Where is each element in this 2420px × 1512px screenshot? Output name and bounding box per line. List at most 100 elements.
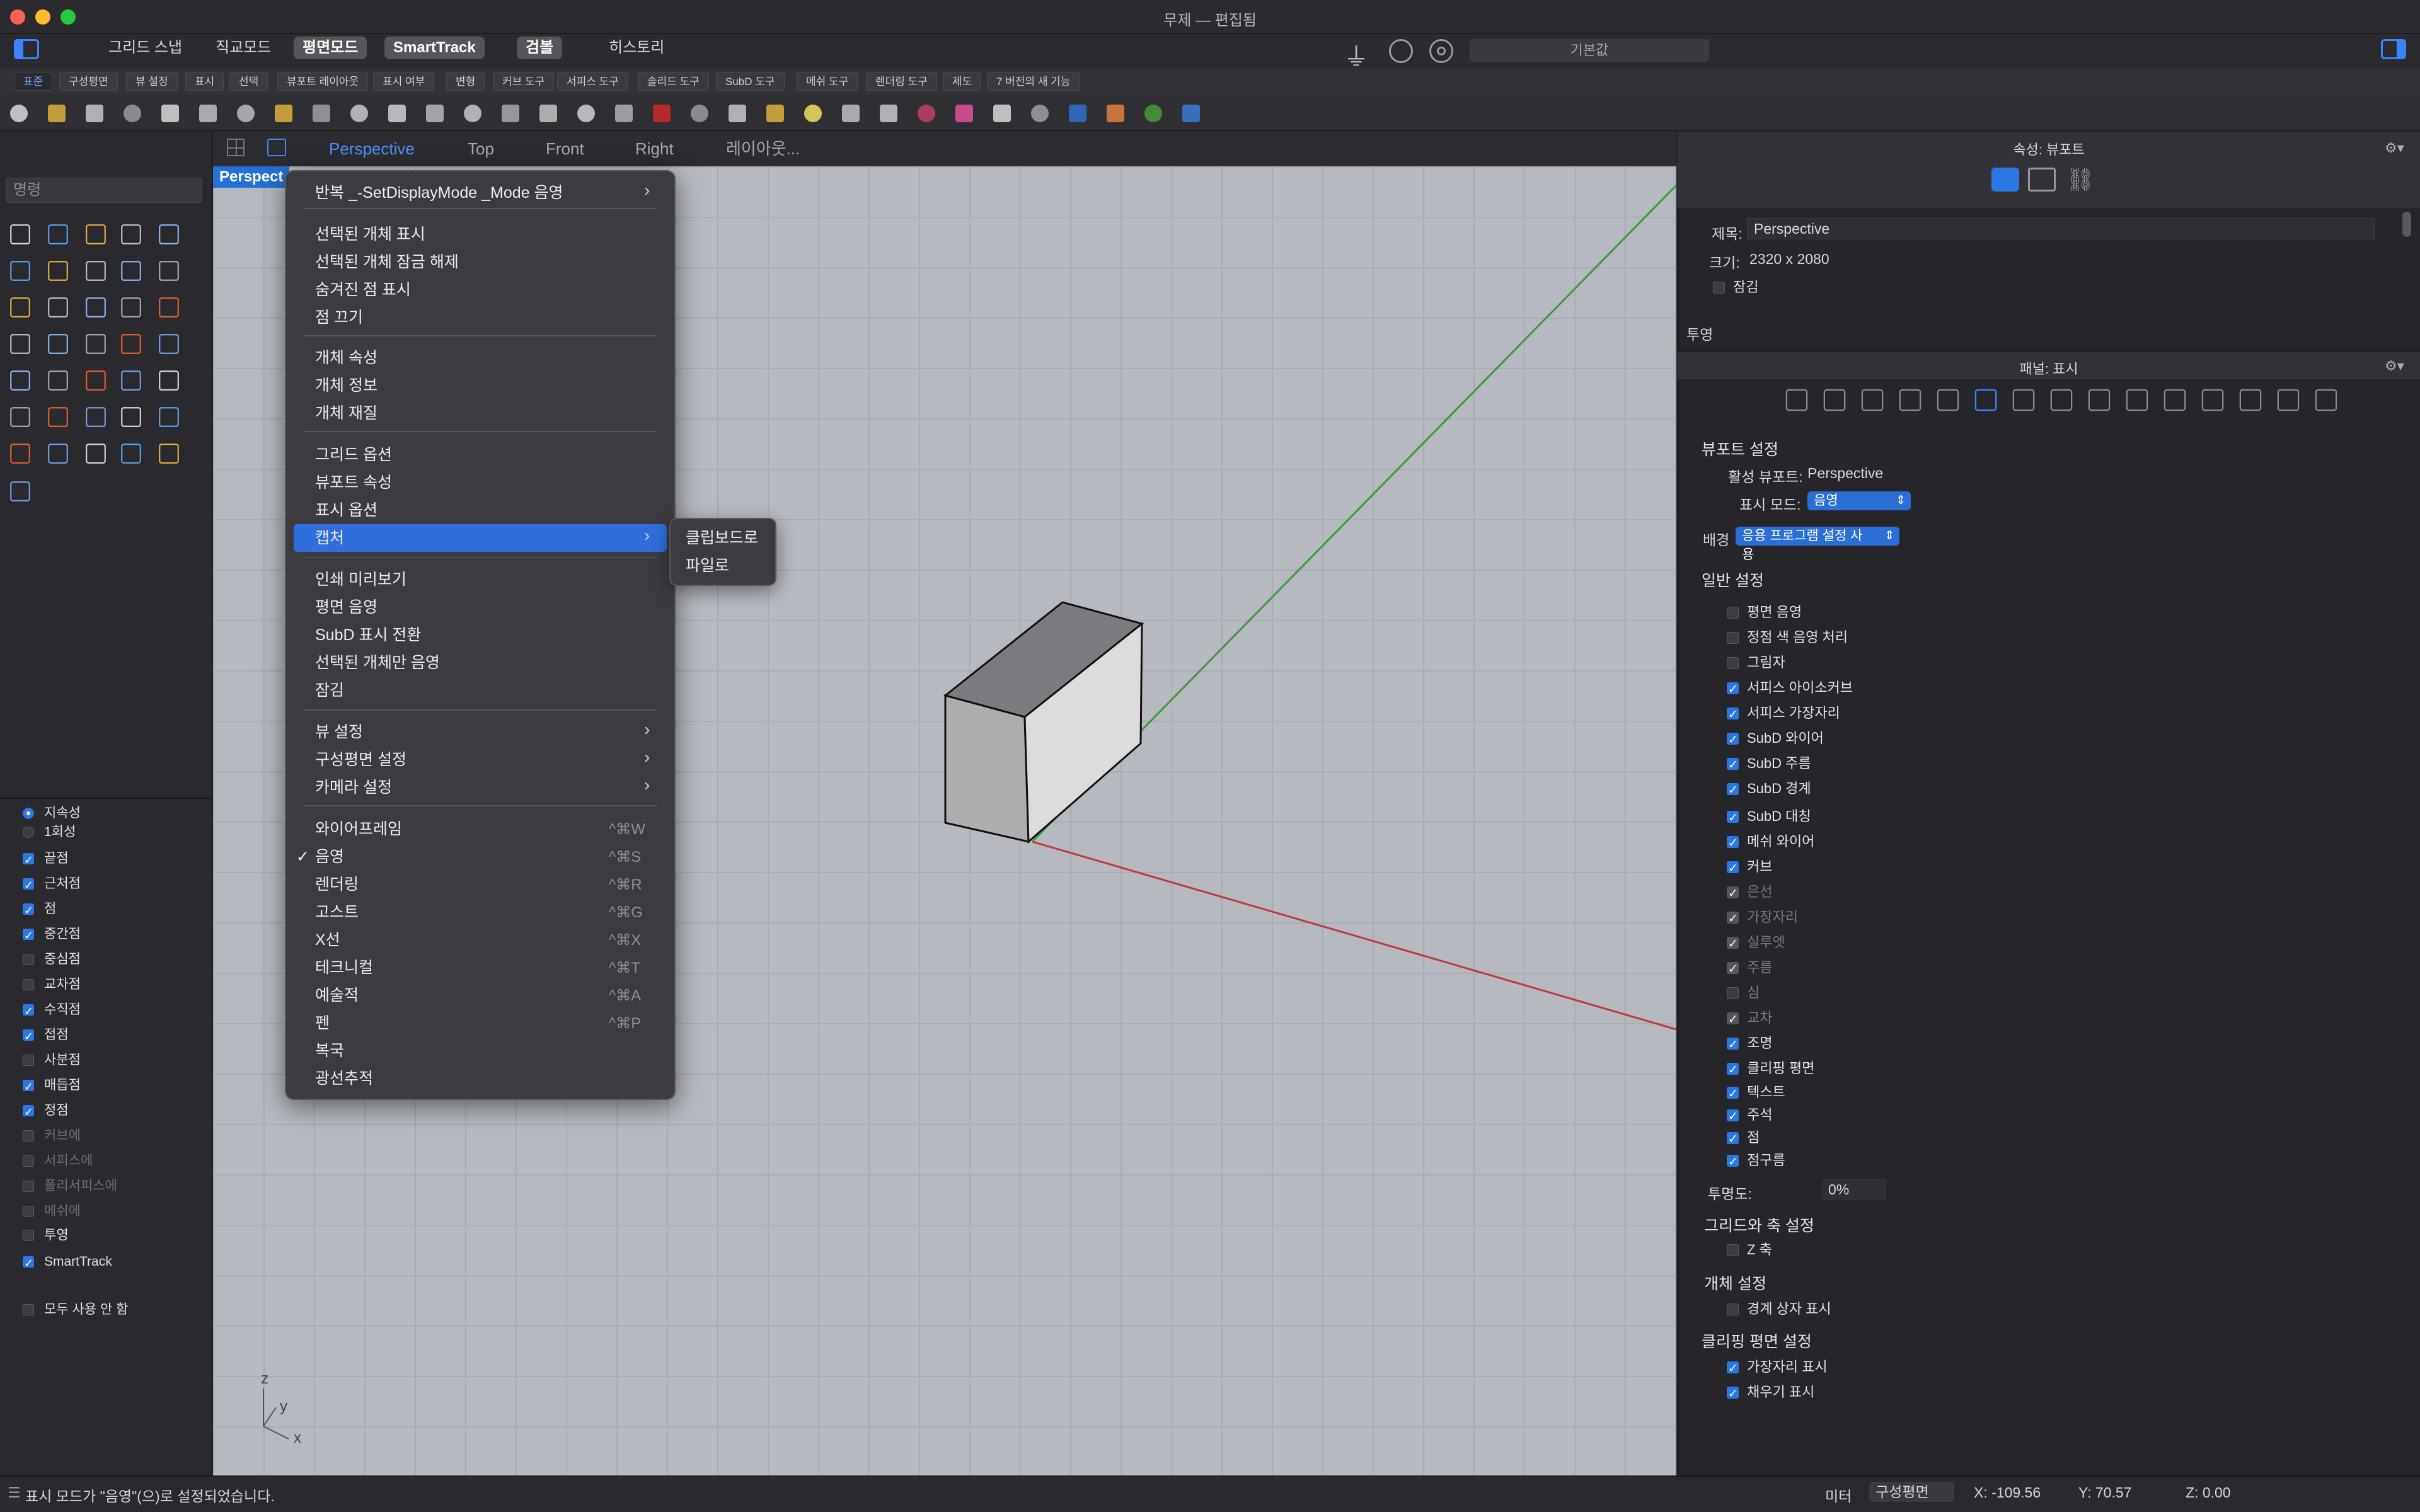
menu-g1-0[interactable]: 선택된 개체 표시 [315, 222, 425, 247]
menu-mode-9[interactable]: 광선추적 [315, 1066, 373, 1091]
toolbar-tool-15-icon[interactable] [577, 105, 595, 122]
toolbar-tool-2-icon[interactable] [86, 105, 103, 122]
toolbar-tool-14-icon[interactable] [539, 105, 557, 122]
record-icon[interactable] [1389, 39, 1413, 63]
tab-13[interactable]: 렌더링 도구 [866, 72, 937, 91]
panel-rendering-icon[interactable] [2201, 389, 2224, 411]
tool-17-icon[interactable] [86, 334, 106, 354]
tool-35-icon[interactable] [10, 481, 30, 501]
tab-10[interactable]: 솔리드 도구 [638, 72, 709, 91]
panel-document-icon[interactable] [1861, 389, 1884, 411]
tool-23-icon[interactable] [121, 370, 141, 391]
display-mode-dropdown[interactable]: 음영 [1807, 491, 1911, 510]
tool-15-icon[interactable] [10, 334, 30, 354]
toolbar-tool-20-icon[interactable] [766, 105, 784, 122]
menu-g4-0[interactable]: 인쇄 미리보기 [315, 567, 406, 592]
gumball-toggle[interactable]: 검볼 [517, 37, 563, 59]
tool-11-icon[interactable] [48, 297, 68, 318]
units-label[interactable]: 미터 [1825, 1484, 1852, 1506]
tool-25-icon[interactable] [10, 407, 30, 427]
menu-g2-0[interactable]: 개체 속성 [315, 345, 377, 370]
menu-g2-1[interactable]: 개체 정보 [315, 373, 377, 398]
toolbar-tool-0-icon[interactable] [10, 105, 28, 122]
tool-10-icon[interactable] [10, 297, 30, 318]
menu-mode-2[interactable]: 렌더링 [315, 872, 359, 897]
toolbar-tool-17-icon[interactable] [653, 105, 671, 122]
toolbar-tool-27-icon[interactable] [1031, 105, 1049, 122]
panel-layers-icon[interactable] [1785, 389, 1808, 411]
menu-mode-8[interactable]: 복국 [315, 1038, 344, 1063]
cplane-dropdown[interactable]: 구성평면 [1869, 1482, 1954, 1502]
tool-2-icon[interactable] [86, 224, 106, 244]
tab-top[interactable]: Top [468, 136, 494, 161]
menu-g5-0[interactable]: 뷰 설정 [315, 719, 363, 745]
tool-8-icon[interactable] [121, 261, 141, 281]
toolbar-tool-30-icon[interactable] [1144, 105, 1162, 122]
toolbar-tool-8-icon[interactable] [313, 105, 330, 122]
ortho-toggle[interactable]: 직교모드 [207, 37, 280, 59]
tab-perspective[interactable]: Perspective [329, 136, 415, 161]
panel-grid-icon[interactable] [2315, 389, 2337, 411]
tool-7-icon[interactable] [86, 261, 106, 281]
tool-22-icon[interactable] [86, 370, 106, 391]
properties-gear-icon[interactable]: ⚙▾ [2385, 140, 2404, 156]
grid-snap-toggle[interactable]: 그리드 스냅 [100, 37, 191, 59]
menu-g3-2[interactable]: 표시 옵션 [315, 498, 377, 523]
panel-sun-icon[interactable] [2277, 389, 2300, 411]
toolbar-tool-10-icon[interactable] [388, 105, 406, 122]
menu-mode-4[interactable]: X선 [315, 927, 340, 953]
panel-environment-icon[interactable] [2239, 389, 2262, 411]
menu-g2-2[interactable]: 개체 재질 [315, 401, 377, 426]
toolbar-tool-18-icon[interactable] [691, 105, 708, 122]
panel-object-icon[interactable] [1899, 389, 1922, 411]
tool-31-icon[interactable] [48, 444, 68, 464]
target-icon[interactable] [1429, 39, 1453, 63]
menu-repeat[interactable]: 반복 _-SetDisplayMode _Mode 음영 [315, 180, 563, 205]
menu-mode-3[interactable]: 고스트 [315, 900, 359, 925]
toolbar-tool-12-icon[interactable] [464, 105, 481, 122]
toolbar-tool-25-icon[interactable] [955, 105, 973, 122]
tab-7[interactable]: 변형 [446, 72, 485, 91]
tab-11[interactable]: SubD 도구 [716, 72, 785, 91]
tab-12[interactable]: 메쉬 도구 [797, 72, 858, 91]
menu-mode-6[interactable]: 예술적 [315, 983, 359, 1008]
menu-mode-5[interactable]: 테크니컬 [315, 955, 373, 980]
menu-mode-0[interactable]: 와이어프레임 [315, 816, 402, 842]
tab-8[interactable]: 커브 도구 [493, 72, 555, 91]
panel-help-icon[interactable] [2012, 389, 2035, 411]
menu-g3-1[interactable]: 뷰포트 속성 [315, 470, 392, 495]
tab-3[interactable]: 표시 [185, 72, 224, 91]
tab-front[interactable]: Front [546, 136, 584, 161]
toolbar-tool-23-icon[interactable] [880, 105, 897, 122]
menu-g4-3[interactable]: 선택된 개체만 음영 [315, 650, 440, 675]
tab-1[interactable]: 구성평면 [59, 72, 118, 91]
tool-5-icon[interactable] [10, 261, 30, 281]
planar-toggle[interactable]: 평면모드 [294, 37, 367, 59]
toolbar-tool-19-icon[interactable] [729, 105, 746, 122]
toolbar-tool-28-icon[interactable] [1069, 105, 1086, 122]
tool-14-icon[interactable] [159, 297, 179, 318]
viewport-title-label[interactable]: Perspect [213, 166, 290, 188]
tab-2[interactable]: 뷰 설정 [126, 72, 178, 91]
background-dropdown[interactable]: 응용 프로그램 설정 사용 [1736, 527, 1899, 562]
panel-drafting-icon[interactable] [2050, 389, 2073, 411]
toolbar-tool-26-icon[interactable] [993, 105, 1011, 122]
toolbar-tool-4-icon[interactable] [161, 105, 179, 122]
menu-g4-1[interactable]: 평면 음영 [315, 595, 377, 620]
tool-21-icon[interactable] [48, 370, 68, 391]
toolbar-tool-31-icon[interactable] [1182, 105, 1200, 122]
panel-libraries-icon[interactable] [1937, 389, 1959, 411]
four-viewport-icon[interactable] [227, 139, 245, 156]
tab-4[interactable]: 선택 [229, 72, 268, 91]
tool-19-icon[interactable] [159, 334, 179, 354]
tab-14[interactable]: 제도 [943, 72, 982, 91]
list-icon[interactable]: ☰ [8, 1484, 21, 1501]
panel-named-views-icon[interactable] [2126, 389, 2148, 411]
toolbar-tool-7-icon[interactable] [275, 105, 292, 122]
menu-g4-4[interactable]: 잠김 [315, 678, 344, 703]
tab-6[interactable]: 표시 여부 [373, 72, 435, 91]
transparency-field[interactable]: 0% [1823, 1179, 1886, 1200]
toolbar-tool-5-icon[interactable] [199, 105, 217, 122]
tool-18-icon[interactable] [121, 334, 141, 354]
menu-g1-3[interactable]: 점 끄기 [315, 305, 363, 330]
